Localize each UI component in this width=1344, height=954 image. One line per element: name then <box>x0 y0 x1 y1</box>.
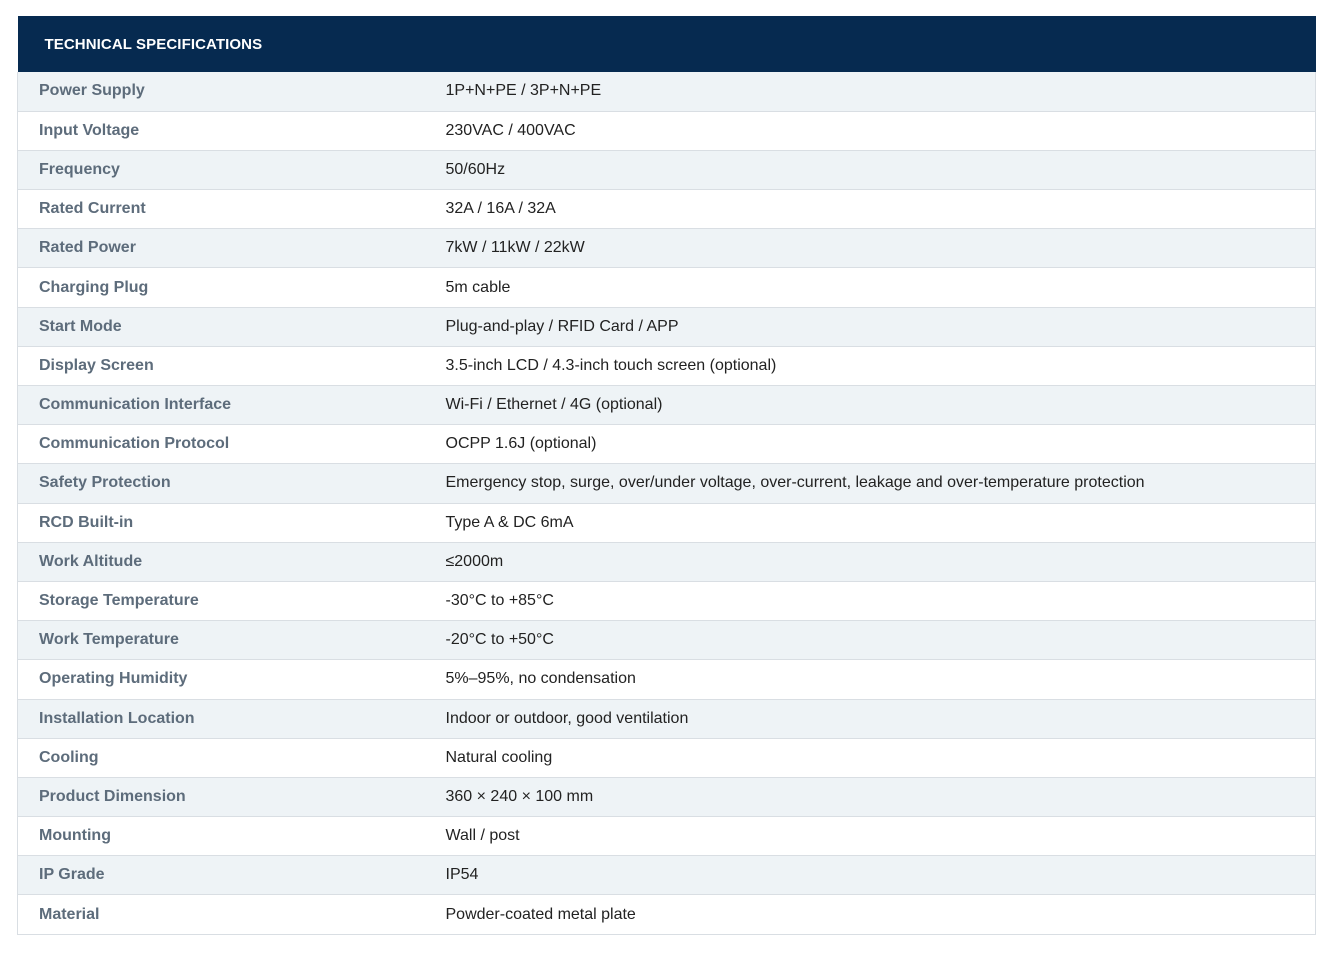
spec-value: OCPP 1.6J (optional) <box>424 424 1317 465</box>
spec-row-material: Material Powder-coated metal plate <box>17 894 1317 935</box>
spec-row-frequency: Frequency 50/60Hz <box>17 150 1317 191</box>
spec-value: 360 × 240 × 100 mm <box>424 777 1317 818</box>
spec-value: 7kW / 11kW / 22kW <box>424 228 1317 269</box>
spec-value: Natural cooling <box>424 738 1317 778</box>
spec-row-rated-power: Rated Power 7kW / 11kW / 22kW <box>17 228 1317 269</box>
spec-value: Plug-and-play / RFID Card / APP <box>424 307 1317 347</box>
spec-label: Rated Power <box>17 228 425 269</box>
spec-label: Work Altitude <box>17 542 425 582</box>
spec-value: 230VAC / 400VAC <box>424 111 1317 151</box>
spec-row-mounting: Mounting Wall / post <box>17 816 1317 857</box>
spec-row-storage-temperature: Storage Temperature -30°C to +85°C <box>17 581 1317 622</box>
spec-row-communication-interface: Communication Interface Wi-Fi / Ethernet… <box>17 385 1317 426</box>
spec-value: 5m cable <box>424 267 1317 308</box>
spec-row-product-dimension: Product Dimension 360 × 240 × 100 mm <box>17 777 1317 818</box>
spec-row-installation-location: Installation Location Indoor or outdoor,… <box>17 699 1317 739</box>
spec-row-work-altitude: Work Altitude ≤2000m <box>17 542 1317 582</box>
spec-label: Mounting <box>17 816 425 857</box>
spec-value: Wall / post <box>424 816 1317 857</box>
spec-row-communication-protocol: Communication Protocol OCPP 1.6J (option… <box>17 424 1317 465</box>
spec-value: 1P+N+PE / 3P+N+PE <box>424 72 1317 112</box>
spec-row-operating-humidity: Operating Humidity 5%–95%, no condensati… <box>17 659 1317 700</box>
spec-row-charging-plug: Charging Plug 5m cable <box>17 267 1317 308</box>
spec-value: Type A & DC 6mA <box>424 503 1317 543</box>
spec-label: Communication Protocol <box>17 424 425 465</box>
spec-label: Power Supply <box>17 72 425 112</box>
spec-value: 50/60Hz <box>424 150 1317 191</box>
spec-label: Safety Protection <box>17 463 425 504</box>
spec-value: Wi-Fi / Ethernet / 4G (optional) <box>424 385 1317 426</box>
spec-value: Emergency stop, surge, over/under voltag… <box>424 463 1317 504</box>
spec-value: 5%–95%, no condensation <box>424 659 1317 700</box>
spec-label: Installation Location <box>17 699 425 739</box>
spec-row-ip-grade: IP Grade IP54 <box>17 855 1317 896</box>
spec-table-header: TECHNICAL SPECIFICATIONS <box>17 16 1316 72</box>
spec-label: Communication Interface <box>17 385 425 426</box>
spec-row-power-supply: Power Supply 1P+N+PE / 3P+N+PE <box>17 72 1317 112</box>
spec-value: IP54 <box>424 855 1317 896</box>
spec-row-cooling: Cooling Natural cooling <box>17 738 1317 778</box>
spec-label: Input Voltage <box>17 111 425 151</box>
spec-row-start-mode: Start Mode Plug-and-play / RFID Card / A… <box>17 307 1317 347</box>
spec-table-body: Power Supply 1P+N+PE / 3P+N+PE Input Vol… <box>17 72 1317 935</box>
spec-label: Material <box>17 894 425 935</box>
spec-label: Start Mode <box>17 307 425 347</box>
spec-row-safety-protection: Safety Protection Emergency stop, surge,… <box>17 463 1317 504</box>
spec-value: -20°C to +50°C <box>424 620 1317 661</box>
spec-label: IP Grade <box>17 855 425 896</box>
spec-row-display-screen: Display Screen 3.5-inch LCD / 4.3-inch t… <box>17 346 1317 387</box>
spec-table: TECHNICAL SPECIFICATIONS Power Supply 1P… <box>17 16 1317 935</box>
spec-label: Rated Current <box>17 189 425 230</box>
spec-row-input-voltage: Input Voltage 230VAC / 400VAC <box>17 111 1317 151</box>
spec-table-title: TECHNICAL SPECIFICATIONS <box>17 16 1316 72</box>
spec-label: RCD Built-in <box>17 503 425 543</box>
spec-label: Display Screen <box>17 346 425 387</box>
spec-value: Indoor or outdoor, good ventilation <box>424 699 1317 739</box>
spec-value: ≤2000m <box>424 542 1317 582</box>
spec-value: 32A / 16A / 32A <box>424 189 1317 230</box>
spec-row-rated-current: Rated Current 32A / 16A / 32A <box>17 189 1317 230</box>
spec-value: -30°C to +85°C <box>424 581 1317 622</box>
spec-label: Storage Temperature <box>17 581 425 622</box>
spec-label: Cooling <box>17 738 425 778</box>
spec-label: Frequency <box>17 150 425 191</box>
spec-value: 3.5-inch LCD / 4.3-inch touch screen (op… <box>424 346 1317 387</box>
spec-row-rcd-built-in: RCD Built-in Type A & DC 6mA <box>17 503 1317 543</box>
spec-label: Product Dimension <box>17 777 425 818</box>
spec-label: Work Temperature <box>17 620 425 661</box>
spec-row-work-temperature: Work Temperature -20°C to +50°C <box>17 620 1317 661</box>
spec-label: Operating Humidity <box>17 659 425 700</box>
spec-label: Charging Plug <box>17 267 425 308</box>
spec-value: Powder-coated metal plate <box>424 894 1317 935</box>
